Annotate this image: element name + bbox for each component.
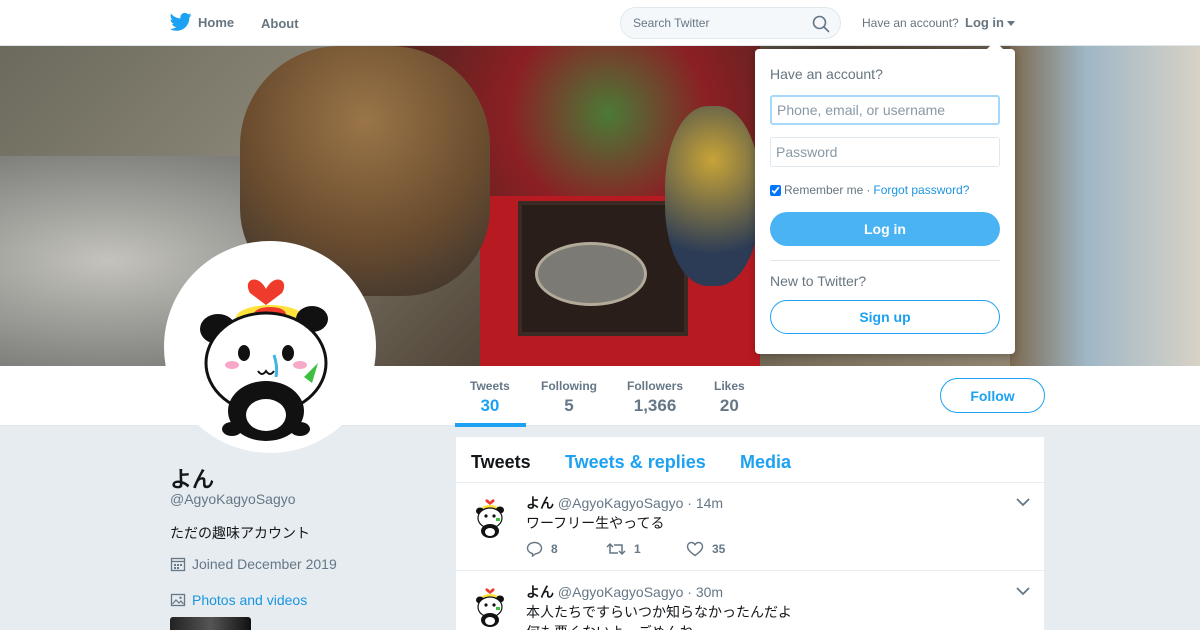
stat-following[interactable]: Following 5 <box>541 379 597 416</box>
stat-tweets[interactable]: Tweets 30 <box>470 379 510 416</box>
have-account-text: Have an account? <box>862 16 959 30</box>
tweet-header: よん @AgyoKagyoSagyo · 30m <box>526 582 723 602</box>
tweet-text: ワーフリー生やってる <box>526 513 664 533</box>
retweet-count: 1 <box>634 542 641 556</box>
retweet-action[interactable]: 1 <box>606 541 686 557</box>
avatar[interactable] <box>164 241 376 453</box>
banner-plate-shape <box>535 242 647 306</box>
stat-label: Tweets <box>470 379 510 393</box>
retweet-icon <box>606 542 626 556</box>
photos-videos-link[interactable]: Photos and videos <box>170 592 307 608</box>
chevron-down-icon[interactable] <box>1016 586 1030 596</box>
chevron-down-icon[interactable] <box>1016 497 1030 507</box>
stat-label: Following <box>541 379 597 393</box>
nav-home-label: Home <box>198 14 235 30</box>
login-label: Log in <box>965 15 1004 30</box>
tweet-timestamp[interactable]: · 14m <box>687 495 723 511</box>
remember-me-checkbox[interactable] <box>770 184 781 196</box>
profile-handle[interactable]: @AgyoKagyoSagyo <box>170 491 296 507</box>
photos-link-label: Photos and videos <box>192 592 308 608</box>
separator-dot: · <box>866 183 871 197</box>
tweet-avatar[interactable] <box>471 494 509 540</box>
tweet-actions: 8 1 35 <box>526 541 766 557</box>
signup-button[interactable]: Sign up <box>770 300 1000 334</box>
dropdown-arrow <box>987 41 1003 49</box>
tweet-author-handle[interactable]: @AgyoKagyoSagyo <box>558 584 684 600</box>
nav-about-link[interactable]: About <box>261 16 299 31</box>
tweet-text-line: ワーフリー生やってる <box>526 515 665 531</box>
nav-home-link[interactable]: Home <box>170 12 234 32</box>
forgot-password-link[interactable]: Forgot password? <box>873 183 969 197</box>
calendar-icon <box>170 557 186 572</box>
tab-tweets-replies[interactable]: Tweets & replies <box>565 452 706 473</box>
remember-me-label[interactable]: Remember me <box>784 183 863 197</box>
tweet-timestamp[interactable]: · 30m <box>687 584 723 600</box>
remember-me-row: Remember me · Forgot password? <box>770 183 969 197</box>
panda-avatar-illustration <box>200 279 328 441</box>
twitter-bird-icon <box>170 12 192 31</box>
profile-bio: ただの趣味アカウント <box>170 525 310 541</box>
banner-right-shape <box>1010 46 1200 366</box>
tweet-author-name[interactable]: よん <box>526 584 554 600</box>
tweet-header: よん @AgyoKagyoSagyo · 14m <box>526 493 723 513</box>
search-box[interactable]: Search Twitter <box>620 7 841 39</box>
tweet-avatar[interactable] <box>471 583 509 629</box>
search-input[interactable]: Search Twitter <box>633 16 709 30</box>
like-count: 35 <box>712 542 726 556</box>
profile-joined: Joined December 2019 <box>170 556 337 572</box>
login-dropdown-title: Have an account? <box>770 66 883 82</box>
login-button[interactable]: Log in <box>770 212 1000 246</box>
divider <box>770 260 1000 261</box>
reply-action[interactable]: 8 <box>526 541 606 557</box>
profile-name[interactable]: よん <box>170 462 214 494</box>
tab-tweets[interactable]: Tweets <box>471 452 531 473</box>
tweet[interactable]: よん @AgyoKagyoSagyo · 14m ワーフリー生やってる 8 1 <box>456 483 1044 571</box>
search-icon[interactable] <box>812 15 830 33</box>
heart-icon <box>686 541 704 557</box>
stat-likes[interactable]: Likes 20 <box>714 379 745 416</box>
stat-label: Likes <box>714 379 745 393</box>
tweet-text-line: 何も悪くないよ、ごめんね <box>526 622 792 630</box>
timeline: Tweets Tweets & replies Media よん @AgyoKa… <box>456 437 1044 630</box>
tweet-author-handle[interactable]: @AgyoKagyoSagyo <box>558 495 684 511</box>
stat-value: 20 <box>719 396 739 415</box>
chevron-down-icon <box>1007 21 1015 27</box>
active-tab-indicator <box>455 423 526 427</box>
login-dropdown: Have an account? Remember me · Forgot pa… <box>755 41 1015 354</box>
top-navigation-bar: Home About Search Twitter Have an accoun… <box>0 0 1200 46</box>
stat-value: 1,366 <box>633 396 677 415</box>
password-field[interactable] <box>770 137 1000 167</box>
new-to-twitter-text: New to Twitter? <box>770 273 867 289</box>
banner-small-bear-shape <box>665 106 760 286</box>
login-dropdown-toggle[interactable]: Log in <box>965 15 1015 30</box>
tab-media[interactable]: Media <box>740 452 791 473</box>
image-icon <box>170 593 186 607</box>
stat-value: 5 <box>564 396 574 415</box>
media-thumbnail[interactable] <box>170 617 251 630</box>
tweet[interactable]: よん @AgyoKagyoSagyo · 30m 本人たちですらいつか知らなかっ… <box>456 572 1044 630</box>
tweet-text-line: 本人たちですらいつか知らなかったんだよ <box>526 604 792 620</box>
follow-button[interactable]: Follow <box>940 378 1045 413</box>
joined-text: Joined December 2019 <box>192 556 337 572</box>
reply-count: 8 <box>551 542 558 556</box>
stat-followers[interactable]: Followers 1,366 <box>627 379 683 416</box>
like-action[interactable]: 35 <box>686 541 766 557</box>
stat-label: Followers <box>627 379 684 393</box>
tweet-author-name[interactable]: よん <box>526 495 554 511</box>
username-field[interactable] <box>770 95 1000 125</box>
timeline-tabs: Tweets Tweets & replies Media <box>456 437 1044 483</box>
tweet-text: 本人たちですらいつか知らなかったんだよ 何も悪くないよ、ごめんね <box>526 602 792 630</box>
reply-icon <box>526 541 543 557</box>
stat-value: 30 <box>480 396 500 415</box>
